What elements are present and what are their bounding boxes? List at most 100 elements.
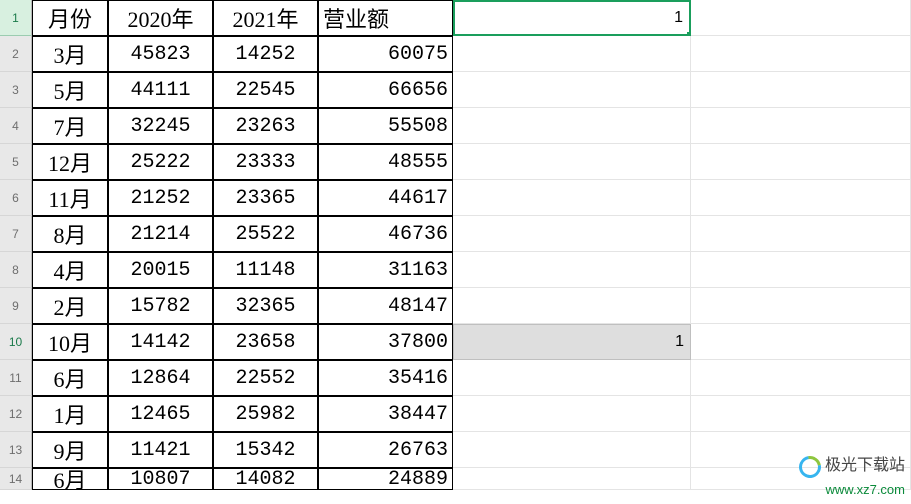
cell-revenue[interactable]: 55508	[318, 108, 453, 144]
row-header[interactable]: 10	[0, 324, 32, 360]
cell-2021[interactable]: 25982	[213, 396, 318, 432]
cell-month[interactable]: 6月	[32, 360, 108, 396]
empty-cell[interactable]	[691, 288, 911, 324]
row-header[interactable]: 14	[0, 468, 32, 490]
cell-month[interactable]: 8月	[32, 216, 108, 252]
col-header-revenue[interactable]: 营业额	[318, 0, 453, 36]
cell-month[interactable]: 2月	[32, 288, 108, 324]
cell-2021[interactable]: 15342	[213, 432, 318, 468]
cell-revenue[interactable]: 31163	[318, 252, 453, 288]
row-header[interactable]: 2	[0, 36, 32, 72]
row-header[interactable]: 8	[0, 252, 32, 288]
cell-revenue[interactable]: 60075	[318, 36, 453, 72]
row-header[interactable]: 11	[0, 360, 32, 396]
cell-2020[interactable]: 20015	[108, 252, 213, 288]
empty-cell[interactable]	[691, 396, 911, 432]
cell-2020[interactable]: 11421	[108, 432, 213, 468]
empty-cell[interactable]	[453, 108, 691, 144]
cell-revenue[interactable]: 24889	[318, 468, 453, 490]
row-header[interactable]: 4	[0, 108, 32, 144]
cell-revenue[interactable]: 44617	[318, 180, 453, 216]
row-header[interactable]: 13	[0, 432, 32, 468]
cell-month[interactable]: 10月	[32, 324, 108, 360]
row-header[interactable]: 5	[0, 144, 32, 180]
cell-2021[interactable]: 25522	[213, 216, 318, 252]
empty-cell[interactable]	[691, 36, 911, 72]
empty-cell[interactable]	[691, 252, 911, 288]
cell-month[interactable]: 4月	[32, 252, 108, 288]
empty-cell[interactable]	[453, 180, 691, 216]
empty-cell[interactable]	[691, 72, 911, 108]
empty-cell[interactable]	[453, 36, 691, 72]
empty-cell[interactable]	[691, 216, 911, 252]
empty-cell[interactable]	[453, 396, 691, 432]
cell-month[interactable]: 6月	[32, 468, 108, 490]
active-cell[interactable]: 1	[453, 0, 691, 36]
empty-cell[interactable]	[691, 108, 911, 144]
cell-2021[interactable]: 32365	[213, 288, 318, 324]
cell-month[interactable]: 3月	[32, 36, 108, 72]
watermark-url: www.xz7.com	[799, 482, 905, 499]
empty-cell[interactable]	[453, 72, 691, 108]
col-header-2020[interactable]: 2020年	[108, 0, 213, 36]
cell-revenue[interactable]: 37800	[318, 324, 453, 360]
cell-month[interactable]: 5月	[32, 72, 108, 108]
empty-cell[interactable]	[453, 144, 691, 180]
cell-2021[interactable]: 23263	[213, 108, 318, 144]
empty-cell[interactable]	[691, 144, 911, 180]
cell-2020[interactable]: 44111	[108, 72, 213, 108]
cell-2020[interactable]: 45823	[108, 36, 213, 72]
cell-month[interactable]: 11月	[32, 180, 108, 216]
cell-2020[interactable]: 21252	[108, 180, 213, 216]
cell-2021[interactable]: 22545	[213, 72, 318, 108]
empty-cell[interactable]	[453, 216, 691, 252]
cell-2020[interactable]: 10807	[108, 468, 213, 490]
row-header[interactable]: 3	[0, 72, 32, 108]
cell-revenue[interactable]: 35416	[318, 360, 453, 396]
cell-revenue[interactable]: 66656	[318, 72, 453, 108]
cell-revenue[interactable]: 48555	[318, 144, 453, 180]
cell-2021[interactable]: 22552	[213, 360, 318, 396]
cell-revenue[interactable]: 26763	[318, 432, 453, 468]
cell-2020[interactable]: 21214	[108, 216, 213, 252]
cell-2021[interactable]: 23333	[213, 144, 318, 180]
col-header-month[interactable]: 月份	[32, 0, 108, 36]
row-header[interactable]: 7	[0, 216, 32, 252]
cell-2020[interactable]: 12864	[108, 360, 213, 396]
active-cell-value: 1	[674, 9, 683, 27]
spreadsheet-grid[interactable]: 1 月份 2020年 2021年 营业额 1 2 3月 45823 14252 …	[0, 0, 911, 504]
cell-2020[interactable]: 32245	[108, 108, 213, 144]
col-header-2021[interactable]: 2021年	[213, 0, 318, 36]
row-header[interactable]: 1	[0, 0, 32, 36]
selected-cell[interactable]: 1	[453, 324, 691, 360]
fill-handle[interactable]	[686, 31, 691, 36]
cell-month[interactable]: 12月	[32, 144, 108, 180]
row-header[interactable]: 6	[0, 180, 32, 216]
row-header[interactable]: 12	[0, 396, 32, 432]
cell-2021[interactable]: 23658	[213, 324, 318, 360]
cell-month[interactable]: 1月	[32, 396, 108, 432]
cell-2021[interactable]: 11148	[213, 252, 318, 288]
cell-2021[interactable]: 23365	[213, 180, 318, 216]
empty-cell[interactable]	[691, 360, 911, 396]
cell-2020[interactable]: 15782	[108, 288, 213, 324]
empty-cell[interactable]	[453, 468, 691, 490]
cell-2020[interactable]: 25222	[108, 144, 213, 180]
cell-revenue[interactable]: 48147	[318, 288, 453, 324]
row-header[interactable]: 9	[0, 288, 32, 324]
empty-cell[interactable]	[453, 360, 691, 396]
cell-month[interactable]: 9月	[32, 432, 108, 468]
cell-month[interactable]: 7月	[32, 108, 108, 144]
empty-cell[interactable]	[691, 324, 911, 360]
empty-cell[interactable]	[691, 0, 911, 36]
cell-2020[interactable]: 12465	[108, 396, 213, 432]
cell-revenue[interactable]: 46736	[318, 216, 453, 252]
empty-cell[interactable]	[453, 252, 691, 288]
cell-2021[interactable]: 14082	[213, 468, 318, 490]
empty-cell[interactable]	[453, 288, 691, 324]
empty-cell[interactable]	[691, 180, 911, 216]
empty-cell[interactable]	[453, 432, 691, 468]
cell-revenue[interactable]: 38447	[318, 396, 453, 432]
cell-2020[interactable]: 14142	[108, 324, 213, 360]
cell-2021[interactable]: 14252	[213, 36, 318, 72]
